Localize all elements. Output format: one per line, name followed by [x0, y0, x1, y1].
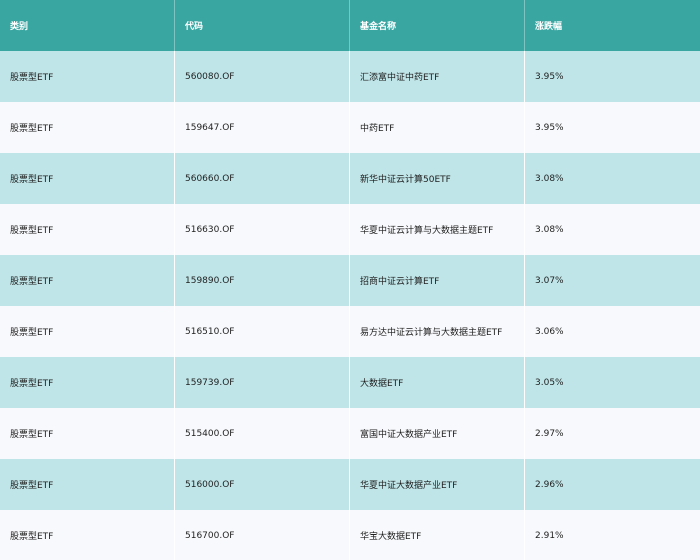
cell-category: 股票型ETF	[0, 204, 175, 255]
cell-code: 516000.OF	[175, 459, 350, 510]
cell-code: 560660.OF	[175, 153, 350, 204]
table-row[interactable]: 股票型ETF 515400.OF 富国中证大数据产业ETF 2.97%	[0, 408, 700, 459]
cell-code: 516700.OF	[175, 510, 350, 560]
table-header: 类别 代码 基金名称 涨跌幅	[0, 0, 700, 51]
cell-change: 3.08%	[535, 173, 564, 184]
cell-change: 3.05%	[535, 377, 564, 388]
cell-fund-name: 富国中证大数据产业ETF	[350, 408, 525, 459]
table-row[interactable]: 股票型ETF 516700.OF 华宝大数据ETF 2.91%	[0, 510, 700, 560]
cell-code: 159739.OF	[175, 357, 350, 408]
table-row[interactable]: 股票型ETF 159739.OF 大数据ETF 3.05%	[0, 357, 700, 408]
cell-fund-name: 中药ETF	[350, 102, 525, 153]
cell-fund-name: 易方达中证云计算与大数据主题ETF	[350, 306, 525, 357]
cell-fund-name: 汇添富中证中药ETF	[350, 51, 525, 102]
header-fund-name[interactable]: 基金名称	[350, 0, 525, 51]
cell-change: 3.06%	[535, 326, 564, 337]
cell-fund-name: 华宝大数据ETF	[350, 510, 525, 560]
cell-change: 3.07%	[535, 275, 564, 286]
cell-fund-name: 招商中证云计算ETF	[350, 255, 525, 306]
cell-change: 2.91%	[535, 530, 564, 541]
cell-code: 516510.OF	[175, 306, 350, 357]
cell-change: 3.95%	[535, 71, 564, 82]
header-category[interactable]: 类别	[0, 0, 175, 51]
table-row[interactable]: 股票型ETF 516510.OF 易方达中证云计算与大数据主题ETF 3.06%	[0, 306, 700, 357]
cell-category: 股票型ETF	[0, 459, 175, 510]
table-row[interactable]: 股票型ETF 516630.OF 华夏中证云计算与大数据主题ETF 3.08%	[0, 204, 700, 255]
cell-category: 股票型ETF	[0, 306, 175, 357]
fund-table: 类别 代码 基金名称 涨跌幅 股票型ETF 560080.OF 汇添富中证中药E…	[0, 0, 700, 560]
cell-change: 2.96%	[535, 479, 564, 490]
table-row[interactable]: 股票型ETF 560080.OF 汇添富中证中药ETF 3.95%	[0, 51, 700, 102]
cell-category: 股票型ETF	[0, 51, 175, 102]
table-row[interactable]: 股票型ETF 516000.OF 华夏中证大数据产业ETF 2.96%	[0, 459, 700, 510]
cell-category: 股票型ETF	[0, 357, 175, 408]
cell-code: 159647.OF	[175, 102, 350, 153]
cell-category: 股票型ETF	[0, 408, 175, 459]
cell-code: 516630.OF	[175, 204, 350, 255]
table-row[interactable]: 股票型ETF 560660.OF 新华中证云计算50ETF 3.08%	[0, 153, 700, 204]
cell-category: 股票型ETF	[0, 153, 175, 204]
table-row[interactable]: 股票型ETF 159890.OF 招商中证云计算ETF 3.07%	[0, 255, 700, 306]
cell-fund-name: 华夏中证大数据产业ETF	[350, 459, 525, 510]
header-change[interactable]: 涨跌幅	[525, 0, 700, 51]
cell-code: 159890.OF	[175, 255, 350, 306]
header-code[interactable]: 代码	[175, 0, 350, 51]
cell-fund-name: 华夏中证云计算与大数据主题ETF	[350, 204, 525, 255]
cell-change: 3.95%	[535, 122, 564, 133]
cell-category: 股票型ETF	[0, 510, 175, 560]
cell-fund-name: 大数据ETF	[350, 357, 525, 408]
cell-category: 股票型ETF	[0, 102, 175, 153]
cell-code: 515400.OF	[175, 408, 350, 459]
cell-fund-name: 新华中证云计算50ETF	[350, 153, 525, 204]
cell-code: 560080.OF	[175, 51, 350, 102]
cell-category: 股票型ETF	[0, 255, 175, 306]
cell-change: 2.97%	[535, 428, 564, 439]
table-row[interactable]: 股票型ETF 159647.OF 中药ETF 3.95%	[0, 102, 700, 153]
cell-change: 3.08%	[535, 224, 564, 235]
